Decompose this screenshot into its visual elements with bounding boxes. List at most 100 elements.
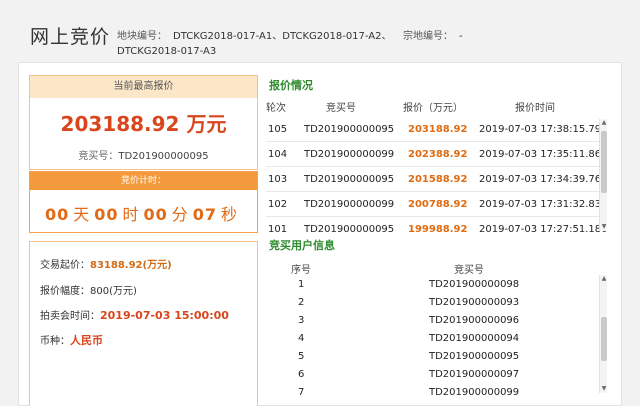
- bid-price: 202388.92: [408, 149, 468, 160]
- plot-number-line-2: DTCKG2018-017-A3: [117, 46, 217, 57]
- plot-number-value: DTCKG2018-017-A1、DTCKG2018-017-A2、: [173, 31, 392, 42]
- scroll-down-icon[interactable]: ▼: [600, 223, 608, 231]
- user-bidder: TD201900000094: [429, 333, 520, 344]
- days-unit: 天: [73, 205, 91, 224]
- bid-time: 2019-07-03 17:31:32.830: [479, 199, 606, 210]
- minutes-unit: 分: [171, 205, 189, 224]
- currency-value: 人民币: [70, 334, 103, 347]
- auction-info-card: 交易起价：83188.92(万元) 报价幅度：800(万元) 拍卖会时间：201…: [29, 241, 258, 406]
- bid-round: 103: [268, 174, 288, 185]
- bids-col-time: 报价时间: [515, 103, 555, 114]
- scroll-down-icon[interactable]: ▼: [600, 385, 608, 393]
- highest-bid-amount: 203188.92 万元: [30, 108, 257, 137]
- countdown-seconds: 07: [192, 205, 218, 224]
- user-bidder: TD201900000093: [429, 297, 520, 308]
- list-item: 4 TD201900000094: [266, 331, 606, 349]
- bid-bidder: TD201900000099: [304, 199, 395, 210]
- user-no: 4: [298, 333, 305, 344]
- scroll-up-icon[interactable]: ▲: [600, 275, 608, 283]
- table-row: 104 TD201900000099 202388.92 2019-07-03 …: [266, 142, 606, 167]
- user-bidder: TD201900000095: [429, 351, 520, 362]
- table-row: 102 TD201900000099 200788.92 2019-07-03 …: [266, 192, 606, 217]
- bid-bidder: TD201900000095: [304, 124, 395, 135]
- page-title: 网上竞价: [30, 26, 111, 48]
- user-no: 3: [298, 315, 305, 326]
- parcel-number-label: 宗地编号：: [403, 31, 453, 42]
- bid-round: 105: [268, 124, 288, 135]
- list-item: 2 TD201900000093: [266, 295, 606, 313]
- user-no: 7: [298, 387, 305, 395]
- user-no: 2: [298, 297, 305, 308]
- list-item: 5 TD201900000095: [266, 349, 606, 367]
- bid-price: 201588.92: [408, 174, 468, 185]
- bid-bidder: TD201900000095: [304, 224, 395, 232]
- bid-round: 104: [268, 149, 288, 160]
- user-no: 5: [298, 351, 305, 362]
- highest-bidder: 竞买号：TD201900000095: [30, 147, 257, 162]
- list-item: 3 TD201900000096: [266, 313, 606, 331]
- user-bidder: TD201900000097: [429, 369, 520, 380]
- highest-bid-value: 203188.92: [60, 112, 180, 136]
- page-header: 网上竞价 地块编号： DTCKG2018-017-A1、DTCKG2018-017…: [18, 8, 622, 62]
- parcel-number-value: -: [459, 31, 463, 42]
- increment-value: 800(万元): [90, 286, 137, 297]
- bids-scrollbar[interactable]: ▲ ▼: [599, 119, 607, 231]
- page-frame: 网上竞价 地块编号： DTCKG2018-017-A1、DTCKG2018-017…: [0, 0, 640, 406]
- user-bidder: TD201900000096: [429, 315, 520, 326]
- bids-col-round: 轮次: [266, 103, 286, 114]
- highest-bid-card: 当前最高报价 203188.92 万元 竞买号：TD201900000095: [29, 75, 258, 170]
- bid-time: 2019-07-03 17:34:39.763: [479, 174, 606, 185]
- users-table-body[interactable]: 1 TD201900000098 2 TD201900000093 3 TD20…: [266, 277, 606, 395]
- bids-col-price: 报价（万元）: [403, 103, 463, 114]
- bids-table-body[interactable]: 105 TD201900000095 203188.92 2019-07-03 …: [266, 117, 606, 232]
- users-scrollbar[interactable]: ▲ ▼: [599, 275, 607, 393]
- increment-label: 报价幅度：: [40, 286, 90, 297]
- scroll-up-icon[interactable]: ▲: [600, 119, 608, 127]
- plot-number-label: 地块编号：: [117, 31, 167, 42]
- auction-time-label: 拍卖会时间：: [40, 311, 100, 322]
- bid-bidder: TD201900000095: [304, 174, 395, 185]
- increment-row: 报价幅度：800(万元): [40, 282, 137, 297]
- countdown-caption: 竞价计时：: [30, 172, 257, 190]
- bid-time: 2019-07-03 17:38:15.793: [479, 124, 606, 135]
- bids-section-title: 报价情况: [269, 79, 313, 92]
- countdown-days: 00: [44, 205, 70, 224]
- seconds-unit: 秒: [221, 205, 239, 224]
- bid-round: 101: [268, 224, 288, 232]
- countdown-minutes: 00: [143, 205, 168, 224]
- bid-bidder: TD201900000099: [304, 149, 395, 160]
- bids-scroll-thumb[interactable]: [601, 131, 607, 193]
- list-item: 6 TD201900000097: [266, 367, 606, 385]
- users-col-bidder: 竞买号: [454, 265, 484, 276]
- auction-time-value: 2019-07-03 15:00:00: [100, 309, 229, 322]
- highest-bid-caption: 当前最高报价: [30, 76, 257, 98]
- list-item: 7 TD201900000099: [266, 385, 606, 395]
- highest-bid-unit: 万元: [186, 112, 227, 136]
- list-item: 1 TD201900000098: [266, 277, 606, 295]
- bid-time: 2019-07-03 17:27:51.180: [479, 224, 606, 232]
- table-row: 101 TD201900000095 199988.92 2019-07-03 …: [266, 217, 606, 232]
- users-scroll-thumb[interactable]: [601, 317, 607, 361]
- user-bidder: TD201900000098: [429, 279, 520, 290]
- countdown-display: 00 天 00 时 00 分 07 秒: [30, 201, 257, 225]
- hours-unit: 时: [122, 205, 140, 224]
- start-price-label: 交易起价：: [40, 260, 90, 271]
- parcel-number-line: 宗地编号： -: [403, 27, 463, 42]
- bid-price: 200788.92: [408, 199, 468, 210]
- bids-table-header: 轮次 竞买号 报价（万元） 报价时间: [266, 95, 612, 117]
- bid-price: 203188.92: [408, 124, 468, 135]
- bid-round: 102: [268, 199, 288, 210]
- bid-time: 2019-07-03 17:35:11.863: [479, 149, 606, 160]
- highest-bidder-label: 竞买号：: [78, 151, 119, 162]
- currency-label: 币种：: [40, 336, 70, 347]
- bids-col-bidder: 竞买号: [326, 103, 356, 114]
- table-row: 103 TD201900000095 201588.92 2019-07-03 …: [266, 167, 606, 192]
- user-no: 1: [298, 279, 305, 290]
- auction-time-row: 拍卖会时间：2019-07-03 15:00:00: [40, 307, 229, 322]
- table-row: 105 TD201900000095 203188.92 2019-07-03 …: [266, 117, 606, 142]
- start-price-value: 83188.92(万元): [90, 260, 172, 271]
- highest-bidder-number: TD201900000095: [118, 151, 209, 162]
- auction-panel: 当前最高报价 203188.92 万元 竞买号：TD201900000095 竞…: [18, 62, 622, 406]
- users-col-no: 序号: [291, 265, 311, 276]
- currency-row: 币种：人民币: [40, 332, 103, 348]
